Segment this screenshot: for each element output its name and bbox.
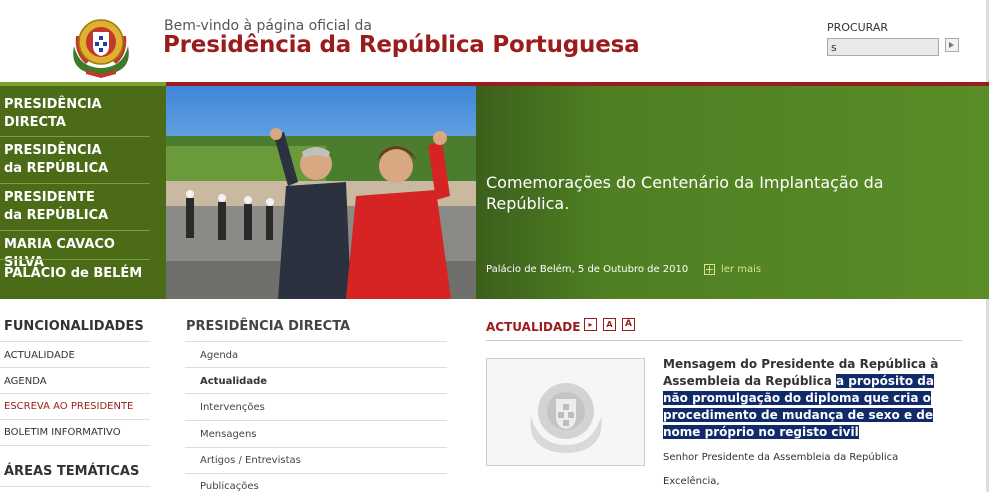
site-title[interactable]: Presidência da República Portuguesa: [163, 32, 640, 58]
coat-of-arms-logo[interactable]: [66, 6, 136, 78]
main-navigation: PRESIDÊNCIA DIRECTA PRESIDÊNCIA da REPÚB…: [0, 86, 166, 299]
news-body-text: Excelência,: [663, 476, 720, 487]
nav-item-palacio-belem[interactable]: PALÁCIO de BELÉM: [0, 265, 150, 283]
nav-separator: [0, 230, 150, 231]
presidencia-directa-title: PRESIDÊNCIA DIRECTA: [186, 319, 351, 334]
list-separator: [0, 419, 150, 420]
list-separator: [0, 367, 150, 368]
banner-photo[interactable]: [166, 86, 476, 299]
feature-banner: Comemorações do Centenário da Implantaçã…: [166, 86, 989, 299]
list-separator: [185, 367, 447, 368]
areas-tematicas-title: ÁREAS TEMÁTICAS: [4, 464, 140, 479]
list-separator: [185, 473, 447, 474]
nav-item-presidencia-republica[interactable]: PRESIDÊNCIA da REPÚBLICA: [0, 142, 150, 178]
search-input[interactable]: [827, 38, 939, 56]
func-item-actualidade[interactable]: ACTUALIDADE: [4, 350, 75, 361]
pd-item-agenda[interactable]: Agenda: [200, 350, 238, 361]
speaker-icon[interactable]: ▸: [584, 318, 597, 331]
list-separator: [185, 447, 447, 448]
section-separator: [0, 341, 150, 342]
nav-item-presidente-republica[interactable]: PRESIDENTE da REPÚBLICA: [0, 189, 150, 225]
banner-date-location: Palácio de Belém, 5 de Outubro de 2010: [486, 264, 689, 275]
decrease-font-button[interactable]: A: [603, 318, 616, 331]
funcionalidades-title: FUNCIONALIDADES: [4, 319, 144, 334]
plus-icon[interactable]: [704, 264, 715, 275]
func-item-boletim[interactable]: BOLETIM INFORMATIVO: [4, 427, 121, 438]
pd-item-mensagens[interactable]: Mensagens: [200, 429, 257, 440]
pd-item-actualidade[interactable]: Actualidade: [200, 376, 267, 387]
pd-item-intervencoes[interactable]: Intervenções: [200, 402, 265, 413]
func-item-escreva-presidente[interactable]: ESCREVA AO PRESIDENTE: [4, 401, 133, 412]
list-separator: [185, 420, 447, 421]
nav-separator: [0, 183, 150, 184]
news-headline[interactable]: Mensagem do Presidente da República à As…: [663, 356, 963, 441]
nav-separator: [0, 136, 150, 137]
section-separator: [185, 341, 447, 342]
list-separator: [0, 393, 150, 394]
actualidade-title: ACTUALIDADE: [486, 320, 581, 334]
nav-item-presidencia-directa[interactable]: PRESIDÊNCIA DIRECTA: [0, 96, 150, 132]
read-more-link[interactable]: ler mais: [721, 264, 761, 275]
list-separator: [185, 393, 447, 394]
pd-item-artigos-entrevistas[interactable]: Artigos / Entrevistas: [200, 455, 301, 466]
news-body-text: Senhor Presidente da Assembleia da Repúb…: [663, 452, 899, 463]
section-separator: [486, 340, 962, 341]
increase-font-button[interactable]: A: [622, 318, 635, 331]
banner-headline[interactable]: Comemorações do Centenário da Implantaçã…: [486, 172, 916, 214]
news-thumbnail[interactable]: [486, 358, 645, 466]
list-separator: [0, 445, 150, 446]
nav-separator: [0, 259, 150, 260]
pd-item-publicacoes[interactable]: Publicações: [200, 481, 259, 492]
section-separator: [0, 486, 150, 487]
site-header: Bem-vindo à página oficial da Presidênci…: [0, 0, 989, 82]
func-item-agenda[interactable]: AGENDA: [4, 376, 47, 387]
search-label: PROCURAR: [827, 21, 889, 34]
search-submit-button[interactable]: [945, 38, 959, 52]
coat-of-arms-placeholder-icon: [530, 383, 602, 453]
